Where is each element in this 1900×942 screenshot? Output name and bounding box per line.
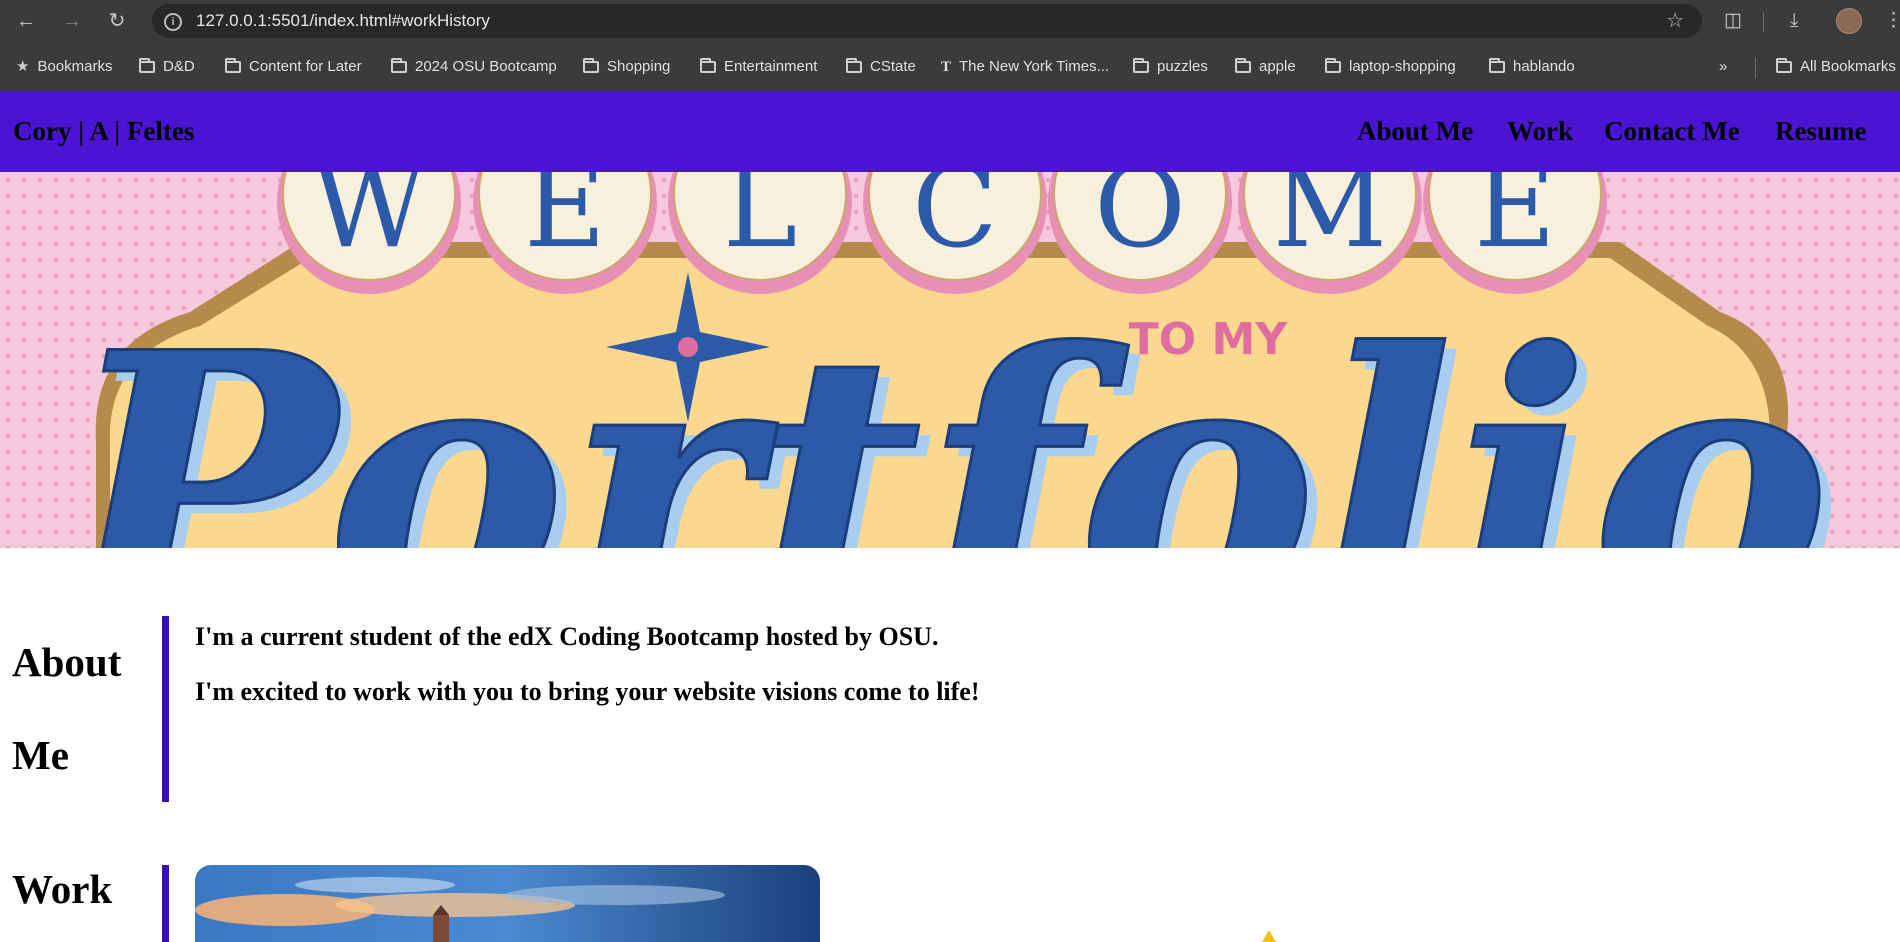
bookmark-label: D&D [163, 58, 195, 75]
svg-text:E: E [1474, 172, 1556, 273]
folder-icon [1776, 58, 1792, 73]
bookmark-label: All Bookmarks [1800, 58, 1896, 75]
work-heading: Work [12, 866, 113, 912]
about-heading-line2: Me [12, 732, 69, 778]
folder-icon [1235, 58, 1251, 73]
address-bar[interactable]: i 127.0.0.1:5501/index.html#workHistory … [152, 4, 1702, 38]
bookmark-folder[interactable]: apple [1235, 56, 1296, 78]
url-text: 127.0.0.1:5501/index.html#workHistory [196, 11, 490, 30]
profile-avatar[interactable] [1836, 8, 1862, 34]
bookmark-folder[interactable]: puzzles [1133, 56, 1208, 78]
bookmark-label: Shopping [607, 58, 671, 75]
menu-kebab-icon[interactable]: ⋮ [1884, 9, 1900, 33]
download-icon[interactable]: ⤓ [1790, 9, 1798, 33]
site-header: Cory | A | Feltes About Me Work Contact … [0, 92, 1900, 172]
bookmark-folder[interactable]: D&D [139, 56, 195, 78]
welcome-sign-graphic: W E L C O M E TO MY Portfolio Portfolio [52, 172, 1843, 548]
svg-text:M: M [1273, 172, 1388, 273]
bookmark-item[interactable]: T The New York Times... [941, 56, 1109, 78]
browser-toolbar: ← → ↻ i 127.0.0.1:5501/index.html#workHi… [0, 0, 1900, 42]
about-heading: About Me [12, 616, 121, 802]
back-arrow-icon[interactable]: ← [14, 9, 38, 33]
bookmark-item[interactable]: ★ Bookmarks [16, 56, 112, 78]
bookmark-folder[interactable]: hablando [1489, 56, 1575, 78]
bookmark-folder[interactable]: 2024 OSU Bootcamp [391, 56, 557, 78]
folder-icon [583, 58, 599, 73]
bookmark-label: 2024 OSU Bootcamp [415, 58, 557, 75]
project-sky-image [195, 865, 820, 942]
bookmark-label: The New York Times... [959, 58, 1110, 75]
bookmark-label: laptop-shopping [1349, 58, 1456, 75]
folder-icon [1489, 58, 1505, 73]
bookmark-label: CState [870, 58, 916, 75]
work-accent-bar [162, 865, 169, 942]
folder-icon [846, 58, 862, 73]
forward-arrow-icon[interactable]: → [60, 9, 84, 33]
bookmark-folder[interactable]: Shopping [583, 56, 670, 78]
svg-text:E: E [524, 172, 606, 273]
site-title: Cory | A | Feltes [13, 116, 195, 146]
site-info-icon[interactable]: i [164, 13, 182, 31]
nav-about-me[interactable]: About Me [1357, 116, 1473, 147]
svg-text:C: C [912, 172, 998, 273]
hero-banner: W E L C O M E TO MY Portfolio Portfolio [0, 172, 1900, 548]
bookmark-label: apple [1259, 58, 1296, 75]
folder-icon [391, 58, 407, 73]
bookmark-label: Bookmarks [37, 58, 113, 75]
folder-icon [139, 58, 155, 73]
folder-icon [225, 58, 241, 73]
svg-text:W: W [311, 172, 426, 273]
bookmarks-bar: ★ Bookmarks D&D Content for Later 2024 OS… [0, 50, 1900, 84]
bookmark-star-icon[interactable]: ☆ [1666, 4, 1684, 38]
nav-work[interactable]: Work [1507, 116, 1573, 147]
bookmark-folder[interactable]: laptop-shopping [1325, 56, 1456, 78]
bookmark-label: Entertainment [724, 58, 818, 75]
folder-icon [1325, 58, 1341, 73]
bookmark-folder[interactable]: Entertainment [700, 56, 817, 78]
extensions-icon[interactable]: ◫ [1724, 9, 1742, 33]
about-paragraph: I'm excited to work with you to bring yo… [195, 677, 980, 706]
folder-icon [700, 58, 716, 73]
browser-chrome: ← → ↻ i 127.0.0.1:5501/index.html#workHi… [0, 0, 1900, 92]
reload-icon[interactable]: ↻ [105, 9, 129, 33]
bookmark-label: hablando [1513, 58, 1575, 75]
about-paragraph: I'm a current student of the edX Coding … [195, 622, 939, 651]
toolbar-divider [1763, 12, 1764, 32]
bookmark-label: Content for Later [249, 58, 362, 75]
nyt-icon: T [941, 59, 952, 75]
nav-contact-me[interactable]: Contact Me [1604, 116, 1740, 147]
star-icon: ★ [16, 58, 30, 75]
svg-text:L: L [723, 172, 797, 273]
all-bookmarks-folder[interactable]: All Bookmarks [1776, 56, 1896, 78]
about-heading-line1: About [12, 639, 122, 685]
more-bookmarks-icon[interactable]: » [1719, 56, 1727, 78]
nav-resume[interactable]: Resume [1775, 116, 1866, 147]
folder-icon [1133, 58, 1149, 73]
decorative-shape [1262, 930, 1276, 942]
bookmark-folder[interactable]: Content for Later [225, 56, 362, 78]
svg-text:O: O [1094, 172, 1186, 273]
bookmark-label: puzzles [1157, 58, 1208, 75]
work-project-image[interactable] [195, 865, 820, 942]
about-accent-bar [162, 616, 169, 802]
bookmark-folder[interactable]: CState [846, 56, 916, 78]
portfolio-script-text: Portfolio [54, 274, 1831, 548]
bookmarks-divider [1755, 58, 1756, 78]
